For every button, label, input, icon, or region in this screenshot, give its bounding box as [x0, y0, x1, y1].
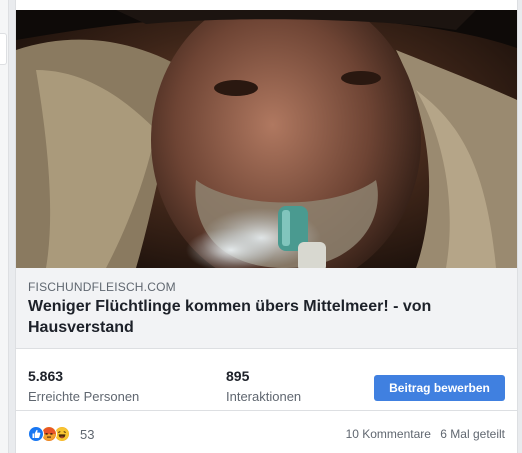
link-title[interactable]: Weniger Flüchtlinge kommen übers Mittelm…: [28, 296, 498, 338]
comments-count-link[interactable]: 10 Kommentare: [346, 427, 431, 441]
engagement-stat: 895 Interaktionen: [226, 366, 301, 406]
link-preview-info[interactable]: FISCHUNDFLEISCH.COM Weniger Flüchtlinge …: [16, 268, 517, 349]
left-column-edge: [0, 0, 9, 453]
left-column-tab: [0, 33, 7, 65]
promote-post-button[interactable]: Beitrag bewerben: [374, 375, 505, 401]
engagement-label: Interaktionen: [226, 389, 302, 404]
shares-count-link[interactable]: 6 Mal geteilt: [440, 427, 505, 441]
link-preview-image[interactable]: [16, 10, 517, 268]
link-domain: FISCHUNDFLEISCH.COM: [28, 280, 176, 294]
reach-stat: 5.863 Erreichte Personen: [28, 366, 139, 406]
reaction-count: 53: [80, 427, 95, 442]
post-footer: 53 10 Kommentare 6 Mal geteilt: [16, 420, 517, 448]
reach-value: 5.863: [28, 368, 64, 384]
post-insights: 5.863 Erreichte Personen 895 Interaktion…: [16, 358, 517, 411]
reach-label: Erreichte Personen: [28, 389, 140, 404]
preview-photo-illustration: [16, 10, 517, 268]
like-icon: [28, 426, 44, 442]
engagement-value: 895: [226, 368, 250, 384]
engagement-summary: 10 Kommentare 6 Mal geteilt: [340, 427, 505, 441]
post-card: FISCHUNDFLEISCH.COM Weniger Flüchtlinge …: [15, 0, 518, 453]
